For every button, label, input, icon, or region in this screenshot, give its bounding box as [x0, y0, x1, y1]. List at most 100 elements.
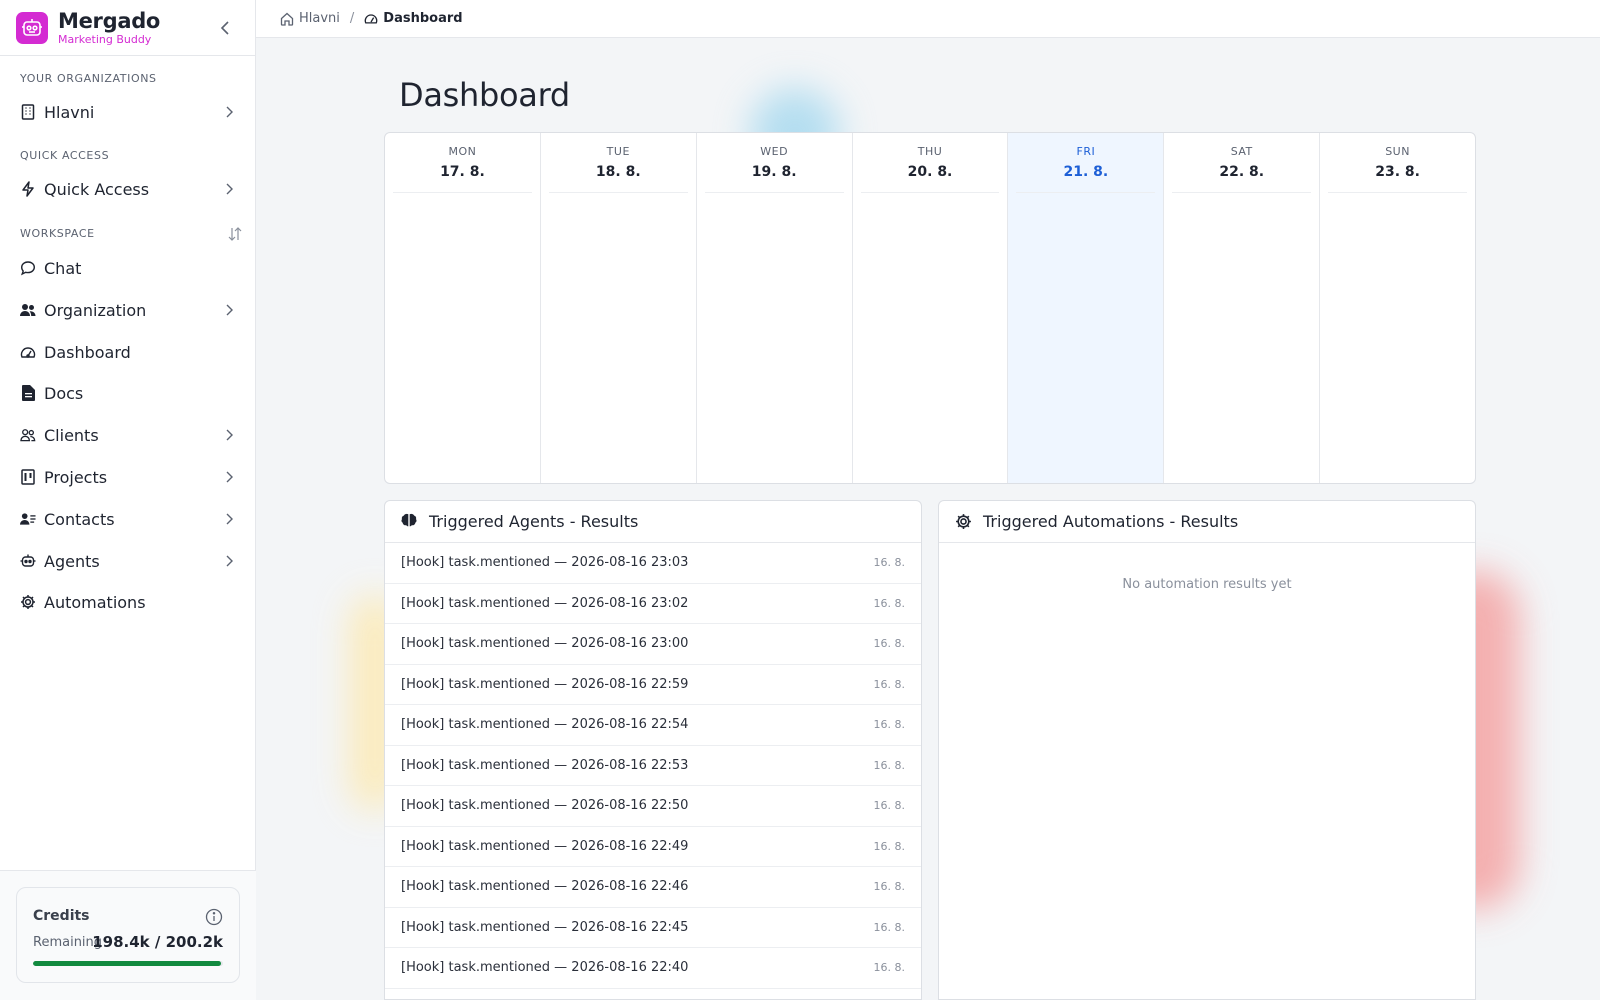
building-icon [20, 104, 36, 120]
list-item[interactable]: [Hook] task.mentioned — 2026-08-16 22:59… [385, 665, 921, 705]
credits-card: Credits Remaining 198.4k / 200.2k [16, 887, 240, 983]
calendar-day-fri[interactable]: FRI 21. 8. [1008, 133, 1165, 483]
gauge-icon [20, 344, 36, 360]
credits-remaining-value: 198.4k / 200.2k [92, 933, 223, 951]
breadcrumb-separator: / [349, 11, 355, 26]
calendar-day-name: WED [760, 145, 789, 158]
users-icon [20, 302, 36, 318]
list-item[interactable]: [Hook] task.mentioned — 2026-08-16 22:50… [385, 786, 921, 827]
sidebar: Mergado Marketing Buddy YOUR ORGANIZATIO… [0, 0, 256, 1000]
gear-icon [955, 513, 973, 531]
list-item[interactable]: [Hook] task.mentioned — 2026-08-16 22:49… [385, 827, 921, 867]
breadcrumb-current: Dashboard [364, 11, 463, 26]
brand-name: Mergado [58, 8, 161, 33]
brand-subtitle: Marketing Buddy [58, 32, 152, 46]
list-item[interactable]: [Hook] task.mentioned — 2026-08-16 23:02… [385, 584, 921, 624]
section-label-quick-access: QUICK ACCESS [20, 149, 110, 162]
section-label-organizations: YOUR ORGANIZATIONS [20, 72, 157, 85]
list-item[interactable]: [Hook] task.mentioned — 2026-08-16 22:45… [385, 908, 921, 948]
info-icon[interactable] [205, 908, 223, 926]
chevron-right-icon [226, 183, 233, 195]
calendar-day-header: FRI 21. 8. [1016, 133, 1156, 193]
triggered-automations-panel: Triggered Automations - Results No autom… [938, 500, 1476, 1000]
calendar-day-header: THU 20. 8. [860, 133, 1000, 193]
list-item[interactable]: [Hook] task.mentioned — 2026-08-16 22:46… [385, 867, 921, 908]
kanban-icon [20, 469, 36, 485]
home-icon [280, 12, 294, 26]
chevron-right-icon [226, 555, 233, 567]
gear-icon [20, 594, 36, 610]
breadcrumb-home[interactable]: Hlavni [280, 11, 340, 26]
calendar-day-tue[interactable]: TUE 18. 8. [541, 133, 697, 483]
sidebar-item-organization[interactable]: Organization [0, 292, 256, 328]
brain-icon [401, 513, 419, 531]
sidebar-item-quick-access[interactable]: Quick Access [0, 171, 256, 207]
list-item[interactable]: [Hook] task.mentioned — 2026-08-16 22:53… [385, 746, 921, 786]
sidebar-item-dashboard[interactable]: Dashboard [0, 334, 256, 370]
chevron-right-icon [226, 304, 233, 316]
robot-logo-icon[interactable] [16, 11, 48, 44]
result-date: 16. 8. [873, 677, 906, 691]
calendar-day-date: 18. 8. [595, 164, 641, 180]
result-title: [Hook] task.mentioned — 2026-08-16 23:02 [401, 595, 689, 611]
sidebar-item-clients[interactable]: Clients [0, 417, 256, 453]
sidebar-item-organization-label: Organization [44, 300, 147, 320]
section-label-workspace: WORKSPACE [0, 227, 256, 241]
result-date: 16. 8. [873, 799, 906, 813]
sidebar-item-docs-label: Docs [44, 383, 84, 403]
sidebar-item-clients-label: Clients [44, 425, 99, 445]
result-date: 16. 8. [873, 637, 906, 651]
list-item[interactable]: [Hook] task.mentioned — 2026-08-16 22:40… [385, 948, 921, 989]
credits-title: Credits [33, 908, 90, 924]
calendar-day-sun[interactable]: SUN 23. 8. [1320, 133, 1475, 483]
calendar-day-header: MON 17. 8. [393, 133, 532, 193]
chevron-right-icon [226, 471, 233, 483]
result-title: [Hook] task.mentioned — 2026-08-16 22:59 [401, 676, 689, 692]
sidebar-item-contacts[interactable]: Contacts [0, 501, 256, 537]
calendar-day-sat[interactable]: SAT 22. 8. [1164, 133, 1321, 483]
automations-empty-message: No automation results yet [1122, 577, 1292, 592]
credits-progress-bar [33, 961, 223, 966]
calendar-day-name: TUE [606, 145, 630, 158]
brand-header: Mergado Marketing Buddy [0, 0, 255, 56]
result-title: [Hook] task.mentioned — 2026-08-16 22:53 [401, 757, 689, 773]
result-title: [Hook] task.mentioned — 2026-08-16 22:40 [401, 960, 689, 976]
sidebar-item-automations[interactable]: Automations [0, 584, 256, 620]
result-date: 16. 8. [873, 596, 906, 610]
result-date: 16. 8. [873, 920, 906, 934]
result-title: [Hook] task.mentioned — 2026-08-16 22:50 [401, 798, 689, 814]
sort-icon[interactable] [228, 227, 242, 241]
chevron-left-icon[interactable] [215, 18, 235, 38]
result-date: 16. 8. [873, 880, 906, 894]
section-label-workspace-text: WORKSPACE [20, 227, 95, 240]
sidebar-item-chat-label: Chat [44, 258, 82, 278]
sidebar-footer: Credits Remaining 198.4k / 200.2k [0, 870, 256, 1000]
sidebar-item-projects[interactable]: Projects [0, 459, 256, 495]
sidebar-item-org-label: Hlavni [44, 102, 95, 122]
sidebar-item-agents[interactable]: Agents [0, 543, 256, 579]
chevron-right-icon [226, 513, 233, 525]
sidebar-item-docs[interactable]: Docs [0, 375, 256, 411]
list-item[interactable]: [Hook] task.mentioned — 2026-08-16 23:03… [385, 543, 921, 584]
calendar-day-date: 19. 8. [751, 164, 797, 180]
clients-icon [20, 427, 36, 443]
sidebar-item-contacts-label: Contacts [44, 509, 115, 529]
calendar-day-name: SUN [1385, 145, 1410, 158]
list-item[interactable]: [Hook] task.mentioned — 2026-08-16 22:54… [385, 705, 921, 746]
calendar-day-name: MON [448, 145, 477, 158]
calendar-day-name: THU [917, 145, 943, 158]
result-date: 16. 8. [873, 556, 906, 570]
list-item[interactable]: [Hook] task.mentioned — 2026-08-16 23:00… [385, 624, 921, 665]
calendar-day-thu[interactable]: THU 20. 8. [853, 133, 1009, 483]
result-date: 16. 8. [873, 758, 906, 772]
sidebar-item-org[interactable]: Hlavni [0, 94, 256, 130]
calendar-day-mon[interactable]: MON 17. 8. [385, 133, 541, 483]
triggered-automations-title: Triggered Automations - Results [983, 512, 1239, 531]
page-title: Dashboard [399, 76, 570, 114]
sidebar-item-automations-label: Automations [44, 592, 146, 612]
triggered-automations-header: Triggered Automations - Results [939, 501, 1475, 543]
sidebar-item-chat[interactable]: Chat [0, 250, 256, 286]
result-date: 16. 8. [873, 839, 906, 853]
calendar-day-wed[interactable]: WED 19. 8. [697, 133, 853, 483]
result-date: 16. 8. [873, 718, 906, 732]
